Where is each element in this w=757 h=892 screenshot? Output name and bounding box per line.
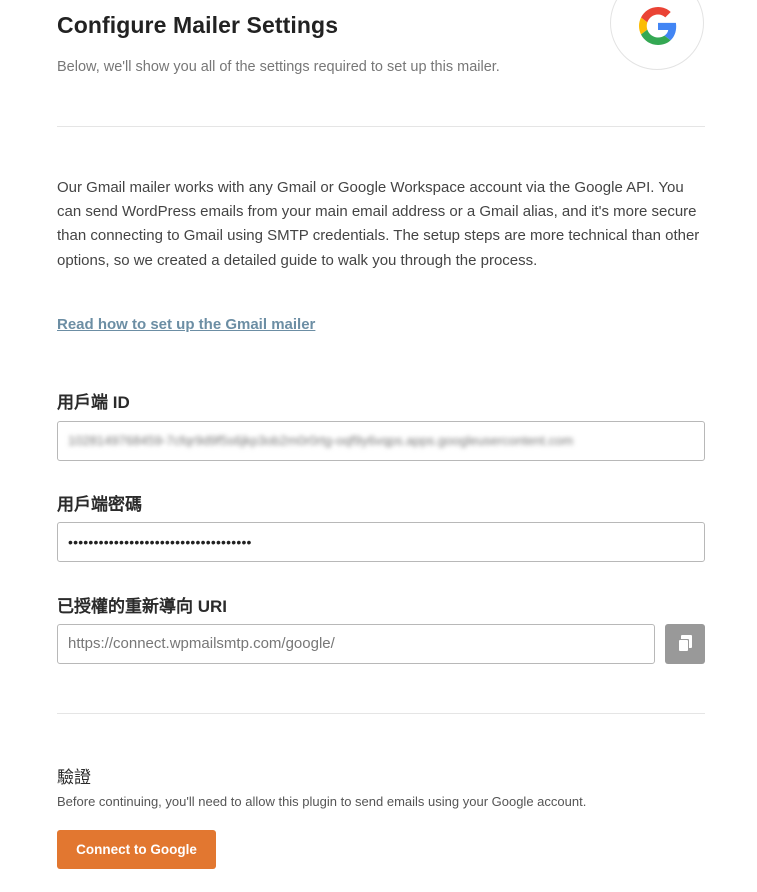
intro-paragraph: Our Gmail mailer works with any Gmail or… bbox=[57, 179, 700, 269]
authorization-description: Before continuing, you'll need to allow … bbox=[57, 794, 587, 809]
gmail-setup-guide-link[interactable]: Read how to set up the Gmail mailer bbox=[57, 316, 315, 333]
redirect-uri-input[interactable]: https://connect.wpmailsmtp.com/google/ bbox=[57, 624, 655, 664]
section-divider bbox=[57, 713, 705, 714]
page-subtitle: Below, we'll show you all of the setting… bbox=[57, 59, 500, 75]
copy-uri-button[interactable] bbox=[665, 624, 705, 664]
client-id-label: 用戶端 ID bbox=[57, 393, 130, 412]
client-secret-value: •••••••••••••••••••••••••••••••••••• bbox=[68, 534, 252, 550]
client-id-input[interactable]: 1028149768459-7cfqr9d9f5s6jkp3ob2m0r0rtg… bbox=[57, 421, 705, 461]
client-secret-label: 用戶端密碼 bbox=[57, 495, 142, 514]
client-id-value: 1028149768459-7cfqr9d9f5s6jkp3ob2m0r0rtg… bbox=[68, 433, 574, 448]
connect-to-google-button[interactable]: Connect to Google bbox=[57, 830, 216, 869]
redirect-uri-label: 已授權的重新導向 URI bbox=[57, 597, 227, 616]
section-divider bbox=[57, 126, 705, 127]
client-secret-input[interactable]: •••••••••••••••••••••••••••••••••••• bbox=[57, 522, 705, 562]
google-logo-badge bbox=[610, 0, 704, 70]
redirect-uri-value: https://connect.wpmailsmtp.com/google/ bbox=[68, 635, 335, 652]
copy-icon bbox=[678, 635, 692, 652]
mailer-settings-page: Configure Mailer Settings Below, we'll s… bbox=[0, 0, 757, 892]
page-title: Configure Mailer Settings bbox=[57, 12, 339, 38]
authorization-title: 驗證 bbox=[57, 768, 91, 787]
google-g-icon bbox=[639, 7, 677, 45]
